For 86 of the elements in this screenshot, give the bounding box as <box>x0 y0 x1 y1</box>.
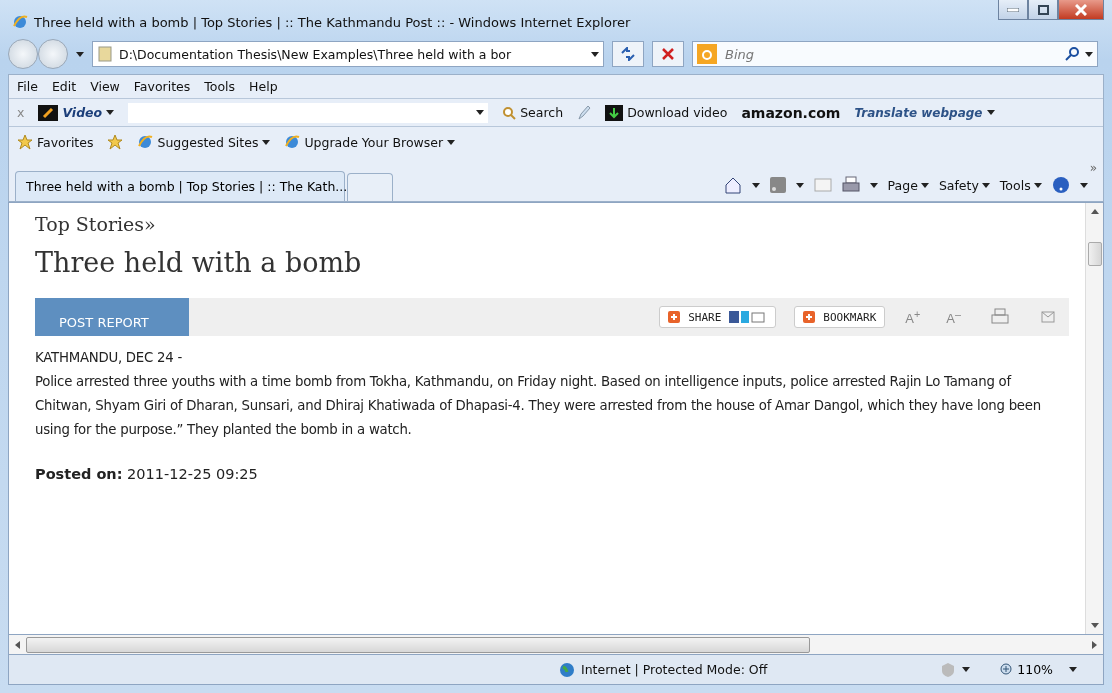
scroll-thumb[interactable] <box>26 636 810 653</box>
social-icons-drawing <box>729 311 768 323</box>
amazon-link[interactable]: amazon.com <box>741 104 841 121</box>
maximize-button[interactable] <box>1028 0 1058 20</box>
dropdown-caret-icon[interactable] <box>1069 667 1077 672</box>
horizontal-scrollbar[interactable] <box>8 635 1104 655</box>
bookmark-button[interactable]: BOOKMARK <box>794 306 886 328</box>
clapper-icon <box>38 104 59 121</box>
search-button[interactable]: Search <box>502 105 564 120</box>
translate-button[interactable]: Translate webpage <box>854 105 995 120</box>
dropdown-caret-icon[interactable] <box>920 182 929 188</box>
close-button[interactable] <box>1058 0 1104 20</box>
search-field[interactable]: Bing <box>723 45 1059 63</box>
browser-icon <box>137 134 154 150</box>
dropdown-caret-icon[interactable] <box>795 182 804 188</box>
scroll-up-icon[interactable] <box>1090 209 1099 214</box>
printer-icon[interactable] <box>841 176 860 194</box>
dropdown-caret-icon[interactable] <box>591 51 599 57</box>
browser-tab[interactable]: Three held with a bomb | Top Stories | :: The Kath... <box>15 171 345 201</box>
zoom-button[interactable]: 110% <box>994 661 1083 678</box>
refresh-button[interactable] <box>612 41 644 67</box>
menu-item[interactable]: Favorites <box>133 79 191 94</box>
section-link[interactable]: Top Stories» <box>35 213 1085 235</box>
dropdown-caret-icon[interactable] <box>1085 51 1093 57</box>
menu-item[interactable]: Help <box>249 79 278 94</box>
menu-item[interactable]: Tools <box>204 79 236 94</box>
dropdown-caret-icon[interactable] <box>1079 182 1088 188</box>
scroll-thumb[interactable] <box>1087 241 1102 266</box>
search-box[interactable]: Bing <box>692 41 1098 67</box>
scroll-down-icon[interactable] <box>1090 623 1099 628</box>
dropdown-caret-icon[interactable] <box>981 182 990 188</box>
favorites-link[interactable]: Upgrade Your Browser <box>284 134 456 150</box>
minimize-button[interactable] <box>998 0 1028 20</box>
share-button[interactable]: SHARE <box>659 306 777 328</box>
menu-item[interactable]: Edit <box>51 79 77 94</box>
dropdown-caret-icon[interactable] <box>76 51 84 57</box>
dropdown-caret-icon[interactable] <box>869 182 878 188</box>
close-icon[interactable] <box>662 48 674 60</box>
download-icon <box>605 104 624 121</box>
menu-item[interactable]: View <box>90 79 120 94</box>
maximize-icon[interactable] <box>1037 4 1049 15</box>
dropdown-caret-icon[interactable] <box>476 110 485 115</box>
toolbar-search-field[interactable] <box>128 102 489 123</box>
dropdown-caret-icon[interactable] <box>262 139 271 145</box>
command-menu[interactable]: Tools <box>999 177 1042 193</box>
address-field[interactable]: D:\Documentation Thesis\New Examples\Three held with a bor <box>92 41 604 67</box>
article-headline: Three held with a bomb <box>35 247 363 278</box>
browser-icon <box>12 14 28 30</box>
browser-icon <box>284 134 301 150</box>
dateline: KATHMANDU, DEC 24 - <box>35 349 183 367</box>
star-icon[interactable] <box>107 134 124 150</box>
feed-icon[interactable] <box>769 177 786 193</box>
command-menu[interactable]: Safety <box>938 177 990 193</box>
posted-date: Posted on: 2011-12-25 09:25 <box>35 466 259 482</box>
scroll-right-icon[interactable] <box>1092 640 1097 649</box>
favorites-link[interactable]: Suggested Sites <box>137 134 271 150</box>
vertical-scrollbar[interactable] <box>1085 203 1103 634</box>
dropdown-caret-icon[interactable] <box>106 110 115 115</box>
plus-icon <box>668 311 681 323</box>
download-video-button[interactable]: Download video <box>605 104 728 121</box>
command-menu[interactable]: Page <box>887 177 929 193</box>
article-body: Police arrested three youths with a time bomb from Tokha, Kathmandu, on Friday night. Based on intelligence inputs, police arrested Rajin Lo Tamang of Chitwan, Shyam Giri of Dharan, Sunsari, and Dhiraj Khatiwada of Dhapasi-4. They were arrested from the house of Amar Dangol, which they have long been using for the purpose.” They planted the bomb in a watch. <box>35 373 1042 439</box>
plus-icon <box>803 311 816 323</box>
dropdown-caret-icon[interactable] <box>447 139 456 145</box>
globe-icon <box>559 661 575 678</box>
scroll-left-icon[interactable] <box>15 640 20 649</box>
search-icon <box>502 105 517 120</box>
search-icon[interactable] <box>1065 47 1079 61</box>
page-icon <box>97 46 113 62</box>
stop-button[interactable] <box>652 41 684 67</box>
zoom-icon <box>1000 662 1015 677</box>
dropdown-caret-icon[interactable] <box>1033 182 1042 188</box>
refresh-icon[interactable] <box>620 47 636 61</box>
security-zone: Internet | Protected Mode: Off <box>559 661 768 678</box>
search-engine-icon <box>697 44 717 64</box>
overflow-chevron[interactable]: » <box>1089 161 1097 175</box>
video-button[interactable]: Video <box>38 104 115 121</box>
window-title: Three held with a bomb | Top Stories | :: The Kathmandu Post :: - Windows Internet Explorer <box>34 14 632 30</box>
home-icon[interactable] <box>723 176 742 194</box>
minimize-icon[interactable] <box>1007 7 1019 12</box>
dropdown-caret-icon[interactable] <box>986 110 995 115</box>
dropdown-caret-icon[interactable] <box>962 667 971 672</box>
favorites-button[interactable]: Favorites <box>17 134 94 150</box>
menu-item[interactable]: File <box>17 79 38 94</box>
star-icon[interactable] <box>17 134 33 150</box>
dropdown-caret-icon[interactable] <box>751 182 760 188</box>
